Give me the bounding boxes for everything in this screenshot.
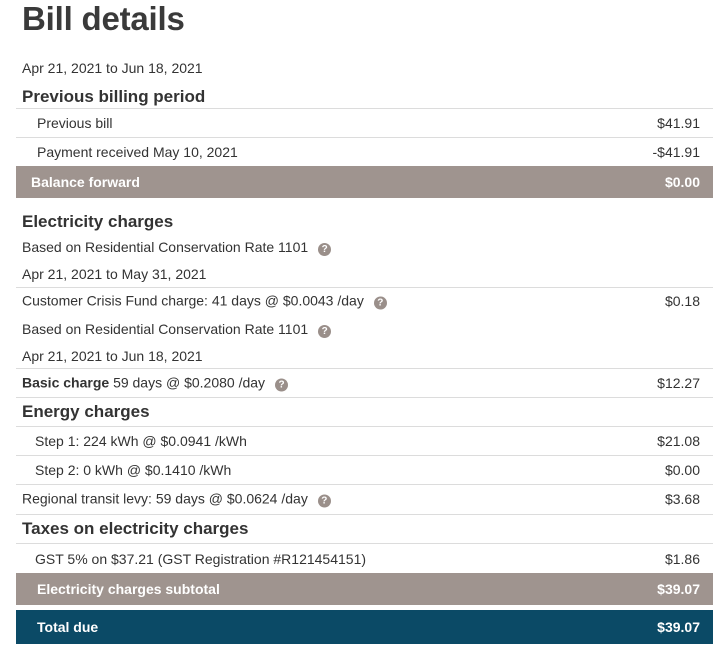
transit-levy-amount: $3.68 (664, 491, 700, 507)
balance-forward-label: Balance forward (31, 174, 140, 190)
energy-charges-heading: Energy charges (22, 402, 150, 421)
step1-amount: $21.08 (657, 433, 700, 449)
question-circle-icon[interactable]: ? (317, 494, 331, 508)
total-due-band: Total due $39.07 (16, 610, 713, 644)
gst-label: GST 5% on $37.21 (GST Registration #R121… (35, 550, 367, 567)
rate-basis-2: Based on Residential Conservation Rate 1… (22, 321, 332, 338)
step2-amount: $0.00 (664, 462, 700, 478)
balance-forward-band: Balance forward $0.00 (16, 166, 713, 198)
crisis-fund-label: Customer Crisis Fund charge: 41 days @ $… (22, 293, 387, 310)
previous-billing-heading: Previous billing period (22, 87, 206, 106)
question-circle-icon[interactable]: ? (275, 378, 289, 392)
basic-charge-label: Basic charge 59 days @ $0.2080 /day? (22, 374, 289, 392)
basic-charge-detail: 59 days @ $0.2080 /day (113, 374, 266, 391)
transit-levy-label: Regional transit levy: 59 days @ $0.0624… (22, 491, 331, 508)
step1-label: Step 1: 224 kWh @ $0.0941 /kWh (35, 433, 247, 449)
payment-received-amount: -$41.91 (652, 144, 700, 160)
page-title: Bill details (22, 0, 185, 37)
basic-charge-amount: $12.27 (657, 375, 700, 391)
rate-basis-2-text: Based on Residential Conservation Rate 1… (22, 321, 309, 337)
total-due-amount: $39.07 (657, 619, 700, 635)
table-row: Step 2: 0 kWh @ $0.1410 /kWh $0.00 (16, 456, 713, 484)
question-circle-icon[interactable]: ? (373, 296, 387, 310)
previous-bill-label: Previous bill (37, 115, 113, 131)
transit-levy-text: Regional transit levy: 59 days @ $0.0624… (22, 490, 308, 507)
subtotal-label: Electricity charges subtotal (37, 581, 220, 597)
table-row: Customer Crisis Fund charge: 41 days @ $… (16, 288, 713, 314)
taxes-heading: Taxes on electricity charges (22, 519, 249, 538)
rate-basis-1-period: Apr 21, 2021 to May 31, 2021 (22, 266, 207, 282)
total-due-label: Total due (37, 619, 99, 635)
crisis-fund-text: Customer Crisis Fund charge: 41 days @ $… (22, 292, 364, 309)
subtotal-amount: $39.07 (657, 581, 700, 597)
payment-received-label: Payment received May 10, 2021 (37, 144, 238, 160)
rate-basis-1-text: Based on Residential Conservation Rate 1… (22, 239, 309, 255)
table-row: GST 5% on $37.21 (GST Registration #R121… (16, 544, 713, 573)
rate-basis-1: Based on Residential Conservation Rate 1… (22, 239, 332, 256)
table-row: Step 1: 224 kWh @ $0.0941 /kWh $21.08 (16, 427, 713, 455)
basic-charge-title: Basic charge (22, 374, 110, 391)
previous-bill-amount: $41.91 (657, 115, 700, 131)
question-circle-icon[interactable]: ? (318, 243, 332, 256)
subtotal-band: Electricity charges subtotal $39.07 (16, 573, 713, 605)
divider (16, 397, 713, 398)
balance-forward-amount: $0.00 (664, 174, 700, 190)
question-circle-icon[interactable]: ? (318, 325, 332, 338)
table-row: Basic charge 59 days @ $0.2080 /day? $12… (16, 369, 713, 397)
rate-basis-2-period: Apr 21, 2021 to Jun 18, 2021 (22, 348, 203, 364)
step2-label: Step 2: 0 kWh @ $0.1410 /kWh (35, 462, 232, 478)
bill-details-page: Bill details Apr 21, 2021 to Jun 18, 202… (0, 0, 721, 656)
crisis-fund-amount: $0.18 (664, 293, 700, 309)
table-row: Previous bill $41.91 (16, 109, 713, 137)
gst-amount: $1.86 (664, 550, 700, 567)
table-row: Payment received May 10, 2021 -$41.91 (16, 138, 713, 166)
electricity-charges-heading: Electricity charges (22, 212, 174, 231)
billing-period-dates: Apr 21, 2021 to Jun 18, 2021 (22, 60, 203, 76)
table-row: Regional transit levy: 59 days @ $0.0624… (16, 485, 713, 513)
divider (16, 514, 713, 515)
